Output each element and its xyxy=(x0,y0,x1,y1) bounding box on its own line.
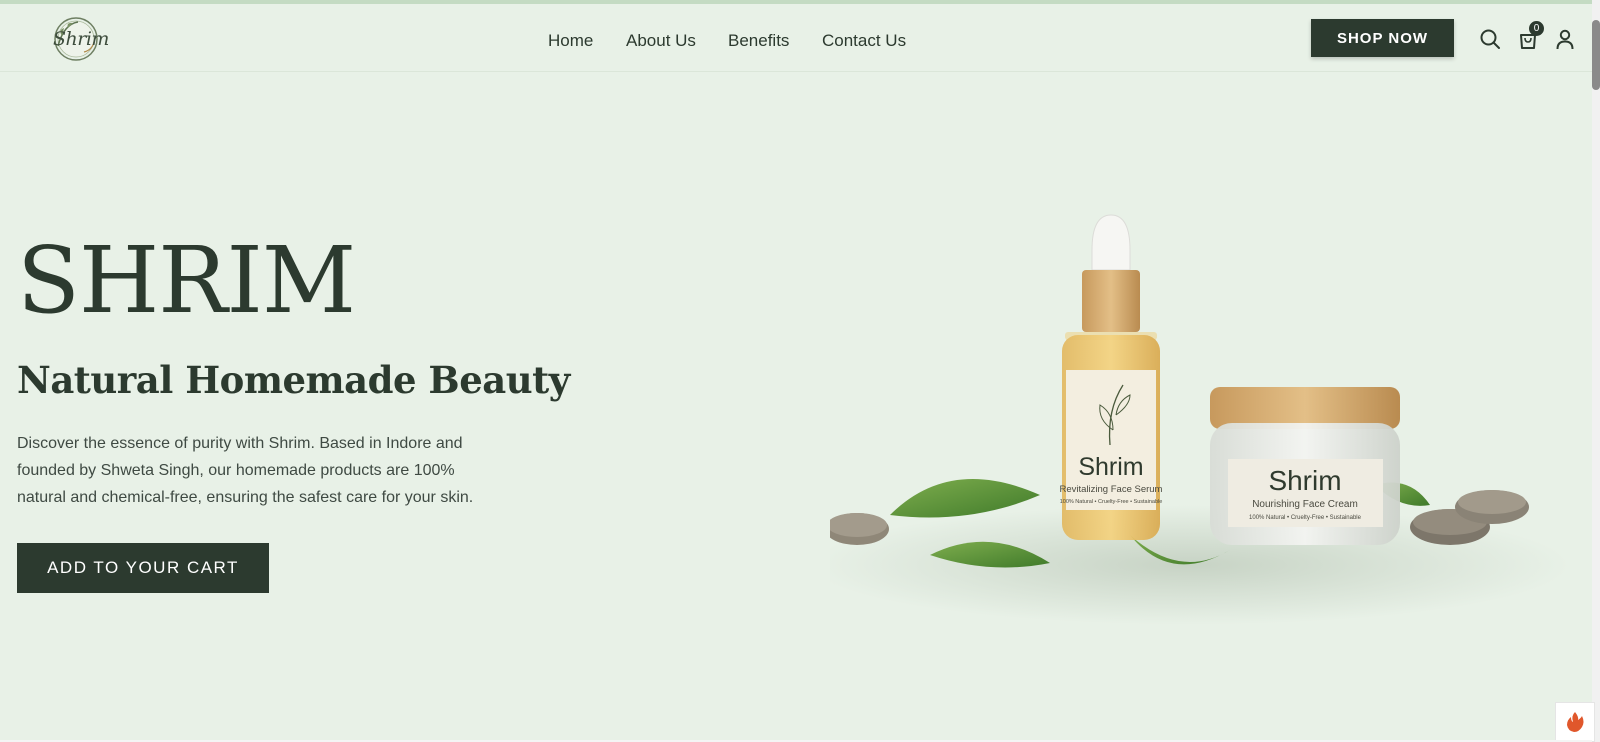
add-to-cart-button[interactable]: ADD TO YOUR CART xyxy=(17,543,269,593)
search-icon xyxy=(1480,29,1500,49)
nav-item-about-us[interactable]: About Us xyxy=(626,31,696,51)
corner-widget[interactable] xyxy=(1555,702,1595,742)
scrollbar[interactable] xyxy=(1592,0,1600,742)
serum-name: Revitalizing Face Serum xyxy=(1060,484,1163,495)
nav-item-contact-us[interactable]: Contact Us xyxy=(822,31,906,51)
user-icon xyxy=(1556,29,1574,50)
flame-icon xyxy=(1567,712,1584,732)
cream-name: Nourishing Face Cream xyxy=(1252,499,1358,510)
serum-brand: Shrim xyxy=(1078,453,1143,481)
serum-tagline: 100% Natural • Cruelty-Free • Sustainabl… xyxy=(1060,499,1163,505)
cart-button[interactable]: 0 xyxy=(1517,21,1544,50)
hero-title: SHRIM xyxy=(17,227,356,334)
nav-item-home[interactable]: Home xyxy=(548,31,593,51)
product-illustration: Shrim Revitalizing Face Serum 100% Natur… xyxy=(810,214,1570,625)
nav-item-benefits[interactable]: Benefits xyxy=(728,31,789,51)
cream-brand: Shrim xyxy=(1268,465,1341,496)
scrollbar-thumb[interactable] xyxy=(1592,20,1600,90)
shop-now-button[interactable]: SHOP NOW xyxy=(1311,19,1454,57)
cream-tagline: 100% Natural • Cruelty-Free • Sustainabl… xyxy=(1249,515,1362,521)
hero-product-image: Shrim Revitalizing Face Serum 100% Natur… xyxy=(810,205,1570,635)
search-button[interactable] xyxy=(1479,28,1501,50)
hero-subtitle: Natural Homemade Beauty xyxy=(17,358,570,402)
cart-count-badge: 0 xyxy=(1529,21,1544,36)
account-button[interactable] xyxy=(1554,28,1576,50)
site-header: Shrim Home About Us Benefits Contact Us … xyxy=(0,4,1592,72)
hero-description: Discover the essence of purity with Shri… xyxy=(17,435,474,506)
